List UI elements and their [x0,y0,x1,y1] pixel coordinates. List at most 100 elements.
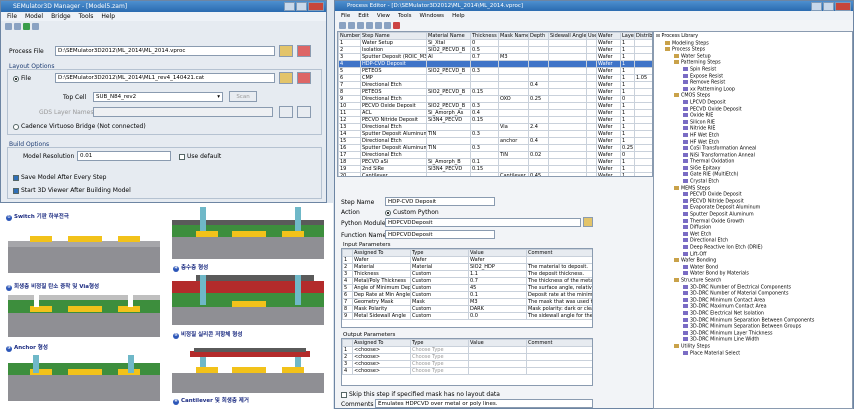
table-row[interactable]: 9 Directional Etch OXO 0.25 Wafer 0 [338,95,652,103]
param-row[interactable]: 3 Thickness Custom 1.1 The deposit thickness… [342,270,592,278]
folder-icon[interactable] [279,106,293,118]
library-item[interactable]: Silicon RIE [656,119,852,127]
param-select[interactable]: 0.1 [468,291,527,299]
delete-icon[interactable] [393,22,400,29]
param-select[interactable]: DARK [468,305,527,313]
viewer-icon[interactable] [32,23,39,30]
param-select[interactable]: Wafer [410,256,469,264]
output-cell[interactable]: <choose> [352,367,411,375]
library-item[interactable]: 3D-DRC Electrical Net Isolation [656,310,852,318]
table-row[interactable]: 17 Directional Etch TiN 0.02 Wafer 0 [338,151,652,159]
param-select[interactable]: Custom [410,270,469,278]
use-default-checkbox[interactable]: Use default [179,153,221,160]
menu-file[interactable]: File [7,13,17,20]
table-row[interactable]: 19 2nd SiRe SI3N4_PECVD 0.15 Wafer 1 [338,165,652,173]
library-item[interactable]: NiSi Transformation Anneal [656,152,852,160]
table-row[interactable]: 4 HDP-CVD Deposit Wafer 1 [338,60,652,68]
library-item[interactable]: Lift-Off [656,251,852,259]
column-header[interactable]: Wafer [596,32,621,40]
output-cell[interactable]: Choose Type [410,360,469,368]
start-viewer-checkbox[interactable]: Start 3D Viewer After Building Model [13,187,131,194]
column-header[interactable]: Material Name [426,32,471,40]
output-cell[interactable]: <choose> [352,353,411,361]
param-row[interactable]: 1 Wafer Wafer Wafer [342,256,592,264]
output-cell[interactable]: Choose Type [410,367,469,375]
table-row[interactable]: 12 PECVD Nitride Deposit Si3N4_PECVD 0.15 Wa… [338,116,652,124]
library-item[interactable]: Crystal Etch [656,179,852,186]
edit-process-icon[interactable] [297,45,311,57]
library-item[interactable]: Modeling Steps [656,40,852,48]
library-item[interactable]: HF Wet Etch [656,139,852,147]
table-row[interactable]: 8 PETEOS SIO2_PECVD_B 0.15 Wafer 1 [338,88,652,96]
library-root[interactable]: ⊟ Process Library [656,34,852,41]
table-row[interactable]: 11 ACL Si_Amorph_As 0.4 Wafer 1 [338,109,652,117]
param-select[interactable]: Custom [410,284,469,292]
cut-icon[interactable] [366,22,373,29]
library-item[interactable]: Spin Resist [656,66,852,74]
param-select[interactable]: Custom [410,305,469,313]
folder-icon[interactable] [583,217,593,227]
param-select[interactable]: Custom [410,312,469,320]
build-icon[interactable] [23,23,30,30]
table-row[interactable]: 18 PECVD aSi Si_Amorph_B 0.1 Wafer 1 [338,158,652,166]
param-select[interactable]: 1.1 [468,270,527,278]
library-item[interactable]: Oxide RIE [656,113,852,120]
param-row[interactable]: 6 Dep Rate at Min Angle Custom 0.1 Deposit r… [342,291,592,299]
step-name-field[interactable]: HDP-CVD Deposit [385,197,495,206]
library-item[interactable]: Patterning Steps [656,60,852,67]
column-header[interactable]: Thickness [470,32,499,40]
library-item[interactable]: SiGe Epitaxy [656,165,852,173]
skip-step-checkbox[interactable]: Skip this step if specified mask has no … [341,391,500,398]
menu-help[interactable]: Help [452,13,465,19]
library-item[interactable]: PECVD Oxide Deposit [656,106,852,114]
column-header[interactable]: Mask Name [498,32,529,40]
process-file-field[interactable]: D:\SEMulator3D2012\ML_2014\ML_2014.vproc [55,46,275,56]
param-select[interactable]: Mask [410,298,469,306]
library-item[interactable]: HF Wet Etch [656,132,852,140]
column-header[interactable]: Sidewall Angle [548,32,587,40]
open-icon[interactable] [348,22,355,29]
output-row[interactable]: 3 <choose> Choose Type [342,360,592,368]
library-item[interactable]: Diffusion [656,225,852,232]
library-item[interactable]: Expose Resist [656,73,852,81]
save-icon[interactable] [14,23,21,30]
edit-gds-icon[interactable] [297,106,311,118]
menu-tools[interactable]: Tools [79,13,94,20]
library-item[interactable]: Deep Reactive Ion Etch (DRIE) [656,245,852,252]
table-row[interactable]: 13 Directional Etch Via 2.4 Wafer 1 [338,123,652,131]
close-button[interactable] [835,2,851,11]
param-select[interactable]: 0.0 [468,312,527,320]
table-row[interactable]: 10 PECVD Oxide Deposit SIO2_PECVD_B 0.3 Wafe… [338,102,652,110]
output-cell[interactable]: <choose> [352,360,411,368]
library-item[interactable]: Thermal Oxidation [656,159,852,166]
table-row[interactable]: 1 Water Setup Si_Xtal 0 Wafer 1 [338,39,652,47]
param-select[interactable]: M3 [468,298,527,306]
library-item[interactable]: MEMS Steps [656,185,852,193]
library-item[interactable]: Directional Etch [656,238,852,245]
menu-file[interactable]: File [341,13,350,19]
table-row[interactable]: 7 Directional Etch 0.4 Wafer 1 [338,81,652,89]
menu-view[interactable]: View [377,13,390,19]
library-item[interactable]: xx Patterning Loop [656,86,852,94]
table-row[interactable]: 16 Sputter Deposit Aluminum TIN 0.3 Wafer 0.2… [338,144,652,152]
function-name-field[interactable]: HDPCVDDeposit [385,230,495,239]
param-row[interactable]: 7 Geometry Mask Mask M3 The mask that was us… [342,298,592,306]
edit-layout-icon[interactable] [297,72,311,84]
param-select[interactable]: 0.7 [468,277,527,285]
table-row[interactable]: 3 Sputter Deposit (ROIC_M3) Al 0.7 M3 Wafer 1 [338,53,652,61]
cadence-radio[interactable]: Cadence Virtuoso Bridge (Not connected) [13,123,146,130]
output-row[interactable]: 1 <choose> Choose Type [342,346,592,354]
column-header[interactable]: Step Name [360,32,427,40]
param-select[interactable]: 45 [468,284,527,292]
copy-icon[interactable] [375,22,382,29]
library-item[interactable]: Remove Resist [656,80,852,87]
output-row[interactable]: 2 <choose> Choose Type [342,353,592,361]
library-item[interactable]: CoSi Transformation Anneal [656,146,852,153]
library-item[interactable]: CMOS Steps [656,93,852,100]
library-item[interactable]: Water Bond by Materials [656,271,852,278]
output-cell[interactable]: Choose Type [410,353,469,361]
param-row[interactable]: 9 Metal Sidewall Angle Custom 0.0 The sidewa… [342,312,592,320]
table-row[interactable]: 6 CMP Wafer 1 1.05 [338,74,652,82]
library-item[interactable]: Process Steps [656,47,852,54]
library-item[interactable]: 3D-DRC Maximum Contact Area [656,304,852,311]
